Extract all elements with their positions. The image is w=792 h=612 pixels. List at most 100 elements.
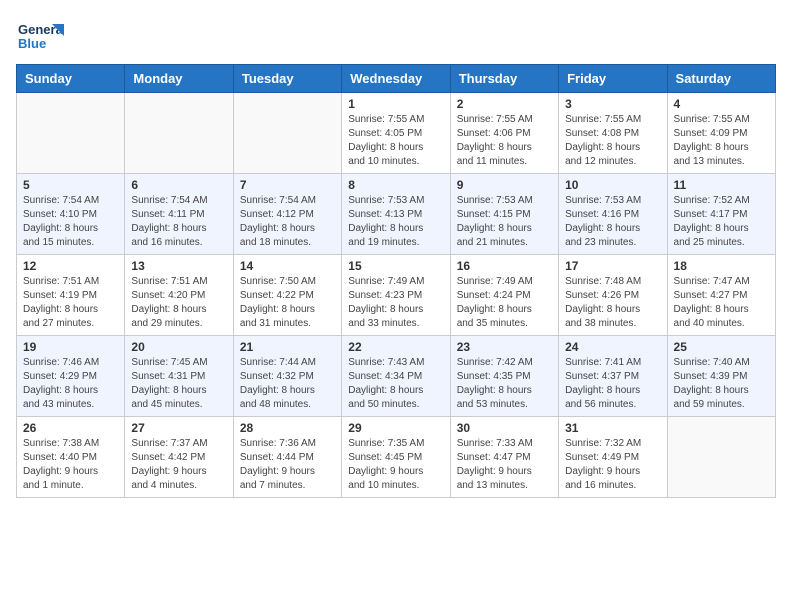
day-number: 21 (240, 340, 335, 354)
day-number: 5 (23, 178, 118, 192)
header-saturday: Saturday (667, 65, 775, 93)
day-info: Sunrise: 7:32 AMSunset: 4:49 PMDaylight:… (565, 437, 660, 493)
day-info: Sunrise: 7:38 AMSunset: 4:40 PMDaylight:… (23, 437, 118, 493)
calendar-cell (667, 417, 775, 498)
day-number: 2 (457, 97, 552, 111)
calendar-cell: 20 Sunrise: 7:45 AMSunset: 4:31 PMDayligh… (125, 336, 233, 417)
day-number: 11 (674, 178, 769, 192)
day-info: Sunrise: 7:54 AMSunset: 4:11 PMDaylight:… (131, 194, 226, 250)
day-info: Sunrise: 7:55 AMSunset: 4:05 PMDaylight:… (348, 113, 443, 169)
calendar-row-2: 12 Sunrise: 7:51 AMSunset: 4:19 PMDayligh… (17, 255, 776, 336)
day-info: Sunrise: 7:42 AMSunset: 4:35 PMDaylight:… (457, 356, 552, 412)
calendar-cell: 11 Sunrise: 7:52 AMSunset: 4:17 PMDayligh… (667, 174, 775, 255)
day-info: Sunrise: 7:55 AMSunset: 4:09 PMDaylight:… (674, 113, 769, 169)
header-tuesday: Tuesday (233, 65, 341, 93)
day-info: Sunrise: 7:54 AMSunset: 4:12 PMDaylight:… (240, 194, 335, 250)
calendar-cell: 5 Sunrise: 7:54 AMSunset: 4:10 PMDaylight… (17, 174, 125, 255)
day-number: 14 (240, 259, 335, 273)
calendar-cell: 9 Sunrise: 7:53 AMSunset: 4:15 PMDaylight… (450, 174, 558, 255)
calendar-cell: 25 Sunrise: 7:40 AMSunset: 4:39 PMDayligh… (667, 336, 775, 417)
day-info: Sunrise: 7:47 AMSunset: 4:27 PMDaylight:… (674, 275, 769, 331)
day-info: Sunrise: 7:53 AMSunset: 4:13 PMDaylight:… (348, 194, 443, 250)
day-info: Sunrise: 7:43 AMSunset: 4:34 PMDaylight:… (348, 356, 443, 412)
day-number: 10 (565, 178, 660, 192)
day-number: 12 (23, 259, 118, 273)
day-info: Sunrise: 7:36 AMSunset: 4:44 PMDaylight:… (240, 437, 335, 493)
calendar-cell: 13Sunrise: 7:51 AMSunset: 4:20 PMDayligh… (125, 255, 233, 336)
day-info: Sunrise: 7:49 AMSunset: 4:23 PMDaylight:… (348, 275, 443, 331)
day-number: 8 (348, 178, 443, 192)
calendar-row-0: 1Sunrise: 7:55 AMSunset: 4:05 PMDaylight… (17, 93, 776, 174)
calendar-cell: 12 Sunrise: 7:51 AMSunset: 4:19 PMDayligh… (17, 255, 125, 336)
calendar-cell (125, 93, 233, 174)
calendar-cell: 19 Sunrise: 7:46 AMSunset: 4:29 PMDayligh… (17, 336, 125, 417)
calendar-cell: 24 Sunrise: 7:41 AMSunset: 4:37 PMDayligh… (559, 336, 667, 417)
calendar-row-1: 5 Sunrise: 7:54 AMSunset: 4:10 PMDaylight… (17, 174, 776, 255)
day-number: 16 (457, 259, 552, 273)
calendar-cell: 26 Sunrise: 7:38 AMSunset: 4:40 PMDayligh… (17, 417, 125, 498)
calendar-cell: 2 Sunrise: 7:55 AMSunset: 4:06 PMDaylight… (450, 93, 558, 174)
day-info: Sunrise: 7:46 AMSunset: 4:29 PMDaylight:… (23, 356, 118, 412)
logo: General Blue (16, 16, 64, 56)
calendar-cell: 16 Sunrise: 7:49 AMSunset: 4:24 PMDayligh… (450, 255, 558, 336)
day-info: Sunrise: 7:37 AMSunset: 4:42 PMDaylight:… (131, 437, 226, 493)
calendar-cell: 14Sunrise: 7:50 AMSunset: 4:22 PMDayligh… (233, 255, 341, 336)
day-number: 6 (131, 178, 226, 192)
day-info: Sunrise: 7:54 AMSunset: 4:10 PMDaylight:… (23, 194, 118, 250)
calendar-cell (17, 93, 125, 174)
calendar-cell: 1Sunrise: 7:55 AMSunset: 4:05 PMDaylight… (342, 93, 450, 174)
day-number: 3 (565, 97, 660, 111)
header-thursday: Thursday (450, 65, 558, 93)
calendar-cell: 6 Sunrise: 7:54 AMSunset: 4:11 PMDaylight… (125, 174, 233, 255)
calendar-row-3: 19 Sunrise: 7:46 AMSunset: 4:29 PMDayligh… (17, 336, 776, 417)
day-number: 17 (565, 259, 660, 273)
day-number: 18 (674, 259, 769, 273)
calendar-cell: 15 Sunrise: 7:49 AMSunset: 4:23 PMDayligh… (342, 255, 450, 336)
calendar-table: SundayMondayTuesdayWednesdayThursdayFrid… (16, 64, 776, 498)
calendar-cell: 22Sunrise: 7:43 AMSunset: 4:34 PMDayligh… (342, 336, 450, 417)
day-number: 30 (457, 421, 552, 435)
day-info: Sunrise: 7:48 AMSunset: 4:26 PMDaylight:… (565, 275, 660, 331)
calendar-cell: 18 Sunrise: 7:47 AMSunset: 4:27 PMDayligh… (667, 255, 775, 336)
day-number: 23 (457, 340, 552, 354)
page-header: General Blue (16, 16, 776, 56)
day-info: Sunrise: 7:55 AMSunset: 4:06 PMDaylight:… (457, 113, 552, 169)
day-number: 15 (348, 259, 443, 273)
calendar-cell: 3 Sunrise: 7:55 AMSunset: 4:08 PMDaylight… (559, 93, 667, 174)
header-wednesday: Wednesday (342, 65, 450, 93)
day-info: Sunrise: 7:53 AMSunset: 4:15 PMDaylight:… (457, 194, 552, 250)
day-number: 25 (674, 340, 769, 354)
day-info: Sunrise: 7:45 AMSunset: 4:31 PMDaylight:… (131, 356, 226, 412)
day-info: Sunrise: 7:33 AMSunset: 4:47 PMDaylight:… (457, 437, 552, 493)
day-number: 27 (131, 421, 226, 435)
calendar-cell: 31 Sunrise: 7:32 AMSunset: 4:49 PMDayligh… (559, 417, 667, 498)
day-info: Sunrise: 7:41 AMSunset: 4:37 PMDaylight:… (565, 356, 660, 412)
calendar-cell: 30 Sunrise: 7:33 AMSunset: 4:47 PMDayligh… (450, 417, 558, 498)
day-number: 24 (565, 340, 660, 354)
calendar-cell: 4 Sunrise: 7:55 AMSunset: 4:09 PMDaylight… (667, 93, 775, 174)
calendar-cell: 17 Sunrise: 7:48 AMSunset: 4:26 PMDayligh… (559, 255, 667, 336)
calendar-cell: 23 Sunrise: 7:42 AMSunset: 4:35 PMDayligh… (450, 336, 558, 417)
header-sunday: Sunday (17, 65, 125, 93)
day-number: 31 (565, 421, 660, 435)
day-info: Sunrise: 7:40 AMSunset: 4:39 PMDaylight:… (674, 356, 769, 412)
day-info: Sunrise: 7:55 AMSunset: 4:08 PMDaylight:… (565, 113, 660, 169)
calendar-cell: 7Sunrise: 7:54 AMSunset: 4:12 PMDaylight… (233, 174, 341, 255)
calendar-cell: 10Sunrise: 7:53 AMSunset: 4:16 PMDayligh… (559, 174, 667, 255)
day-number: 9 (457, 178, 552, 192)
logo-icon: General Blue (16, 16, 64, 56)
header-monday: Monday (125, 65, 233, 93)
day-info: Sunrise: 7:49 AMSunset: 4:24 PMDaylight:… (457, 275, 552, 331)
calendar-cell: 28Sunrise: 7:36 AMSunset: 4:44 PMDayligh… (233, 417, 341, 498)
day-number: 29 (348, 421, 443, 435)
day-info: Sunrise: 7:52 AMSunset: 4:17 PMDaylight:… (674, 194, 769, 250)
calendar-cell: 8 Sunrise: 7:53 AMSunset: 4:13 PMDaylight… (342, 174, 450, 255)
day-number: 19 (23, 340, 118, 354)
day-info: Sunrise: 7:51 AMSunset: 4:19 PMDaylight:… (23, 275, 118, 331)
calendar-header-row: SundayMondayTuesdayWednesdayThursdayFrid… (17, 65, 776, 93)
day-number: 26 (23, 421, 118, 435)
header-friday: Friday (559, 65, 667, 93)
day-number: 4 (674, 97, 769, 111)
calendar-cell (233, 93, 341, 174)
day-number: 20 (131, 340, 226, 354)
